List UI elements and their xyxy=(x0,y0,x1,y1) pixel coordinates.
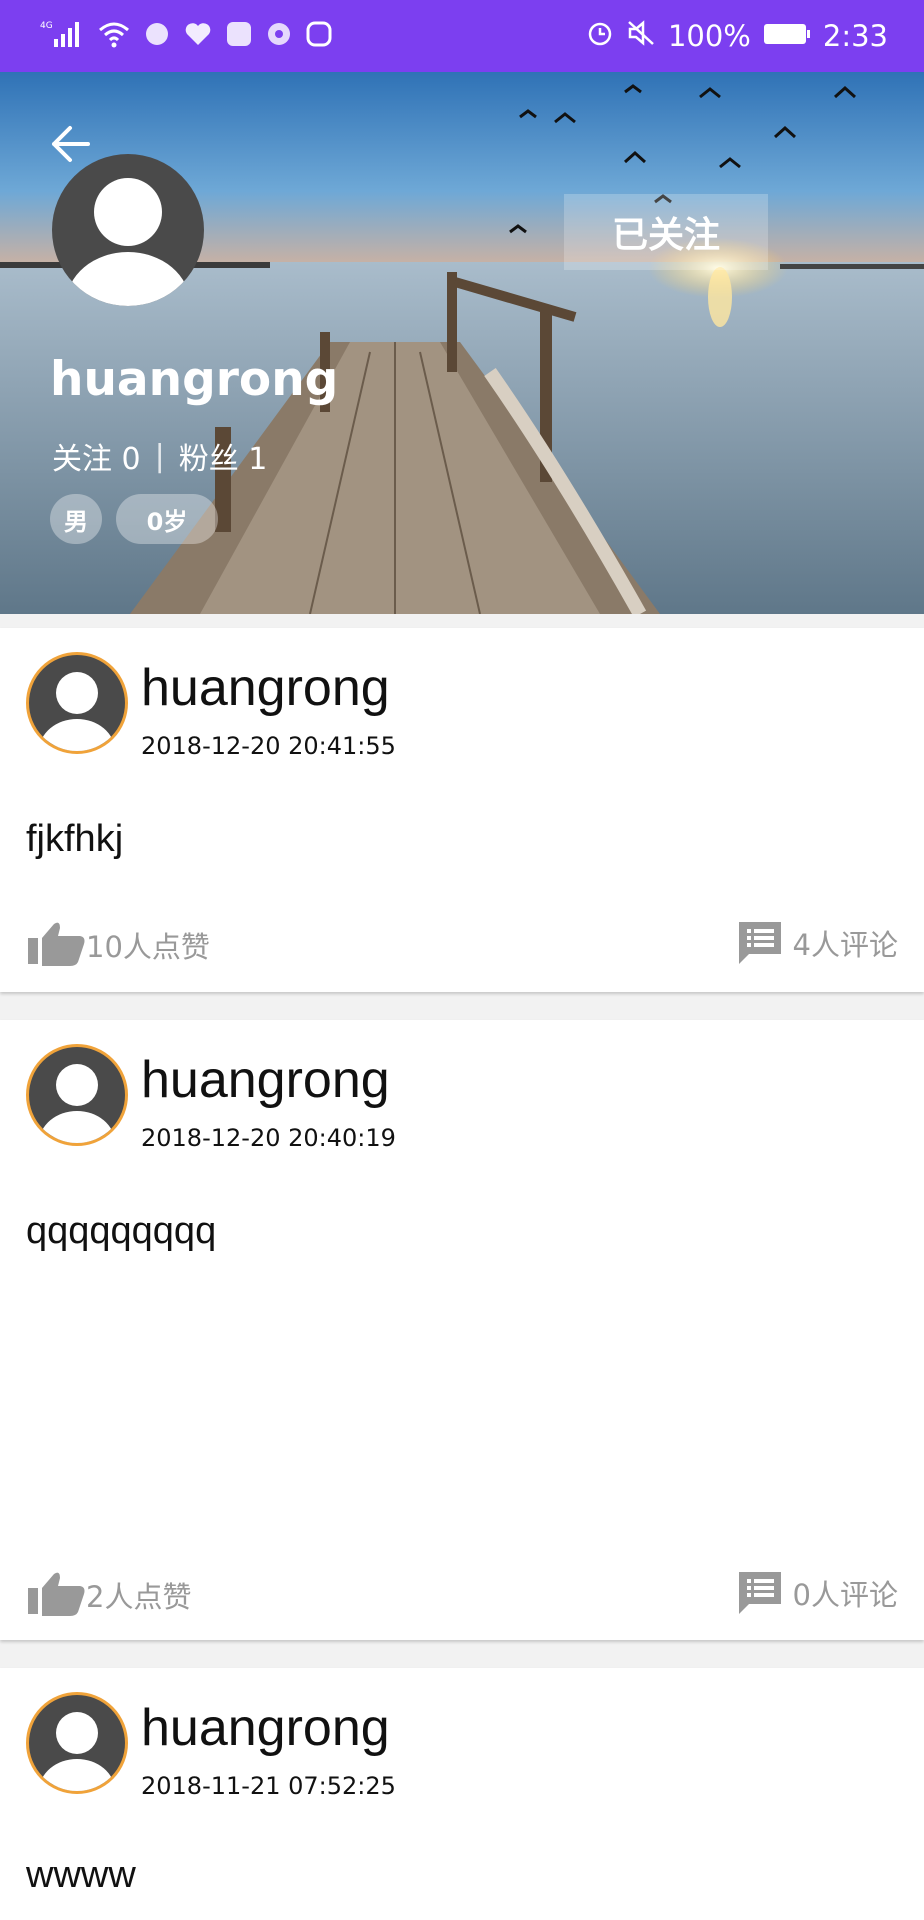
post-content: qqqqqqqqq xyxy=(26,1210,217,1252)
follow-button[interactable]: 已关注 xyxy=(564,194,768,270)
comment-icon xyxy=(738,922,781,964)
post-content: wwww xyxy=(26,1854,136,1896)
like-count: 2人点赞 xyxy=(86,1580,192,1614)
comment-button[interactable]: 4人评论 xyxy=(737,920,898,966)
clock: 2:33 xyxy=(822,19,888,53)
post-content: fjkfhkj xyxy=(26,818,124,860)
post-author: huangrong xyxy=(141,1699,390,1757)
post-avatar[interactable] xyxy=(26,1044,128,1146)
comment-button[interactable]: 0人评论 xyxy=(737,1570,898,1616)
like-button[interactable]: 10人点赞 xyxy=(26,920,210,966)
like-button[interactable]: 2人点赞 xyxy=(26,1570,191,1616)
health-icon xyxy=(184,21,212,51)
status-bar: 4G 100% 2:33 xyxy=(0,0,924,72)
avatar-icon xyxy=(39,1712,115,1791)
post-time: 2018-12-20 20:41:55 xyxy=(141,732,396,760)
followers-stat[interactable]: 粉丝 1 xyxy=(179,434,268,478)
comment-count: 0人评论 xyxy=(792,1578,898,1612)
profile-avatar[interactable] xyxy=(52,154,204,306)
mute-icon xyxy=(626,19,656,54)
post-card[interactable]: huangrong 2018-11-21 07:52:25 wwww xyxy=(0,1668,924,1920)
back-arrow-icon[interactable] xyxy=(48,122,92,166)
post-card[interactable]: huangrong 2018-12-20 20:40:19 qqqqqqqqq … xyxy=(0,1020,924,1640)
avatar-icon xyxy=(39,672,115,751)
comment-count: 4人评论 xyxy=(792,928,898,962)
thumbs-up-icon xyxy=(28,1572,85,1616)
age-badge: 0岁 xyxy=(116,494,218,544)
thumbs-up-icon xyxy=(28,922,85,966)
post-card[interactable]: huangrong 2018-12-20 20:41:55 fjkfhkj 10… xyxy=(0,628,924,992)
post-time: 2018-12-20 20:40:19 xyxy=(141,1124,396,1152)
battery-icon xyxy=(763,19,811,53)
profile-stats: 关注 0 | 粉丝 1 xyxy=(52,434,267,478)
stats-divider: | xyxy=(154,438,165,474)
profile-header: 已关注 huangrong 关注 0 | 粉丝 1 男 0岁 xyxy=(0,72,924,614)
network-label: 4G xyxy=(40,21,53,31)
gender-badge: 男 xyxy=(50,494,102,544)
alarm-icon xyxy=(586,19,614,54)
post-author: huangrong xyxy=(141,1051,390,1109)
avatar-icon xyxy=(66,178,190,306)
following-count: 0 xyxy=(121,442,141,477)
comment-icon xyxy=(738,1572,781,1614)
wifi-icon xyxy=(98,20,130,52)
followers-label: 粉丝 xyxy=(178,442,239,477)
following-label: 关注 xyxy=(52,442,112,477)
profile-name: huangrong xyxy=(50,352,339,407)
followers-count: 1 xyxy=(248,442,268,477)
shield-app-icon xyxy=(306,21,332,51)
post-avatar[interactable] xyxy=(26,652,128,754)
like-count: 10人点赞 xyxy=(86,930,210,964)
post-time: 2018-11-21 07:52:25 xyxy=(141,1772,396,1800)
gallery-app-icon xyxy=(226,21,252,51)
avatar-icon xyxy=(39,1064,115,1143)
app-icon xyxy=(266,21,292,51)
battery-percent: 100% xyxy=(667,19,751,53)
post-avatar[interactable] xyxy=(26,1692,128,1794)
following-stat[interactable]: 关注 0 xyxy=(52,434,141,478)
notification-app-icon xyxy=(144,21,170,51)
signal-icon: 4G xyxy=(40,19,84,53)
post-author: huangrong xyxy=(141,659,390,717)
